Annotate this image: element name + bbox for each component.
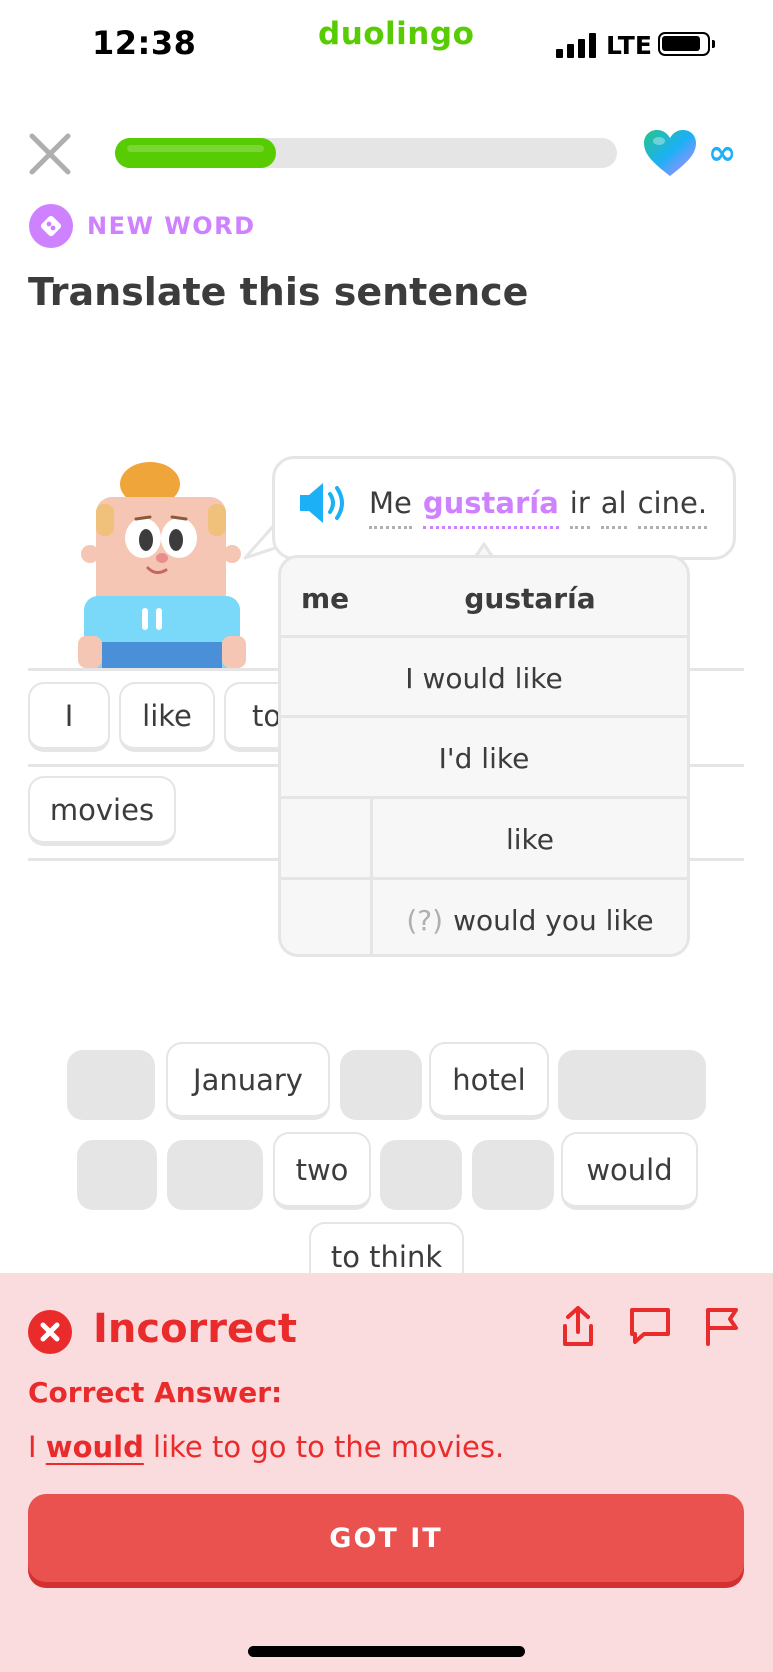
status-time: 12:38 xyxy=(92,24,197,62)
infinite-hearts-count: ∞ xyxy=(708,133,737,173)
speaker-icon[interactable] xyxy=(296,480,350,526)
hint-translation: I'd like xyxy=(438,741,530,775)
hint-row-4-left xyxy=(281,877,373,954)
hint-translation: would you like xyxy=(453,903,654,937)
word-bank-empty-slot xyxy=(380,1140,462,1210)
word-bank-empty-slot xyxy=(77,1140,157,1210)
prompt-word[interactable]: Me xyxy=(369,486,412,529)
word-bank-chip-two[interactable]: two xyxy=(273,1132,371,1210)
prompt-word[interactable]: al xyxy=(600,486,627,529)
correct-answer-prefix: I xyxy=(28,1430,46,1464)
word-bank-chip-hotel[interactable]: hotel xyxy=(429,1042,549,1120)
progress-fill xyxy=(115,138,276,168)
hint-row-1: I would like xyxy=(281,635,687,718)
hint-header: me gustaría xyxy=(281,558,687,638)
new-word-icon xyxy=(29,204,73,248)
answer-chip-i[interactable]: I xyxy=(28,682,110,752)
hint-row-2: I'd like xyxy=(281,715,687,798)
incorrect-icon xyxy=(28,1310,72,1354)
word-bank-chip-january[interactable]: January xyxy=(166,1042,330,1120)
share-icon[interactable] xyxy=(556,1304,600,1348)
prompt-sentence: Me gustaría ir al cine. xyxy=(369,486,718,529)
hint-row-3-left xyxy=(281,796,373,879)
correct-answer-text: I would like to go to the movies. xyxy=(28,1430,504,1464)
prompt-word[interactable]: gustaría xyxy=(422,486,559,529)
correct-answer-suffix: like to go to the movies. xyxy=(143,1430,505,1464)
app-logo: duolingo xyxy=(318,16,475,52)
correct-answer-highlight: would xyxy=(45,1430,144,1464)
word-hint-popup: me gustaría I would like I'd like like (… xyxy=(278,555,690,957)
got-it-button[interactable]: GOT IT xyxy=(28,1494,744,1582)
battery-icon xyxy=(658,32,715,56)
word-bank-chip-would[interactable]: would xyxy=(561,1132,698,1210)
hint-header-gustaria: gustaría xyxy=(464,581,596,615)
prompt-word[interactable]: ir xyxy=(569,486,590,529)
comment-icon[interactable] xyxy=(628,1304,672,1348)
word-bank-empty-slot xyxy=(167,1140,263,1210)
exercise-title: Translate this sentence xyxy=(28,270,529,314)
hint-translation: like xyxy=(505,822,554,856)
home-indicator[interactable] xyxy=(248,1646,525,1657)
word-bank-empty-slot xyxy=(558,1050,706,1120)
correct-answer-label: Correct Answer: xyxy=(28,1376,283,1409)
report-flag-icon[interactable] xyxy=(700,1304,744,1348)
word-bank-empty-slot xyxy=(340,1050,422,1120)
word-bank-empty-slot xyxy=(472,1140,554,1210)
feedback-status: Incorrect xyxy=(93,1306,297,1352)
network-label: LTE xyxy=(606,31,652,60)
answer-chip-like[interactable]: like xyxy=(119,682,215,752)
hint-column-divider xyxy=(370,799,373,954)
new-word-label: NEW WORD xyxy=(87,212,256,240)
lesson-progress-bar xyxy=(115,138,617,168)
hint-row-3: like xyxy=(373,796,687,879)
speech-bubble-tail xyxy=(243,523,275,560)
heart-icon[interactable] xyxy=(642,128,698,178)
close-icon[interactable] xyxy=(28,132,72,176)
hint-header-me: me xyxy=(301,581,350,615)
signal-icon xyxy=(556,32,598,58)
character-illustration xyxy=(78,462,254,668)
hint-row-4: (?) would you like xyxy=(373,877,687,954)
prompt-word[interactable]: cine. xyxy=(637,486,708,529)
answer-chip-movies[interactable]: movies xyxy=(28,776,176,846)
hint-uncertain-marker: (?) xyxy=(406,903,444,937)
word-bank-empty-slot xyxy=(67,1050,155,1120)
hint-translation: I would like xyxy=(405,661,563,695)
